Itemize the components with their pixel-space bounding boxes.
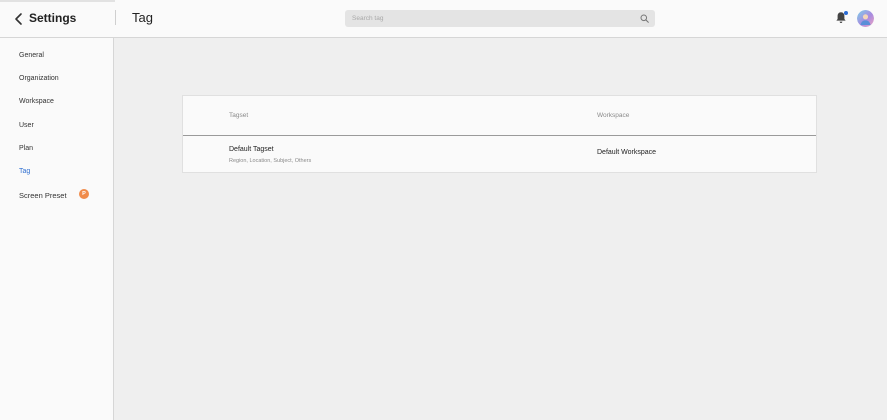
tagset-workspace: Default Workspace xyxy=(597,149,657,156)
page-title: Tag xyxy=(132,10,153,25)
sidebar-item-user[interactable]: User xyxy=(19,122,34,129)
header-divider xyxy=(115,10,116,25)
sidebar-item-organization[interactable]: Organization xyxy=(19,75,59,82)
notification-dot xyxy=(844,11,848,15)
search-input[interactable] xyxy=(345,10,635,27)
sidebar-item-screen-preset[interactable]: Screen Preset xyxy=(19,191,67,200)
search-icon[interactable] xyxy=(640,14,649,23)
column-header-tagset: Tagset xyxy=(229,112,249,119)
table-header: Tagset Workspace xyxy=(183,96,816,136)
column-header-workspace: Workspace xyxy=(597,112,630,119)
sidebar-item-workspace[interactable]: Workspace xyxy=(19,98,54,105)
search-box xyxy=(345,10,655,27)
sidebar-item-plan[interactable]: Plan xyxy=(19,145,33,152)
avatar[interactable] xyxy=(857,10,874,27)
top-accent-line xyxy=(0,0,115,2)
tagset-table: Tagset Workspace Default Tagset Region, … xyxy=(182,95,817,173)
sidebar-item-general[interactable]: General xyxy=(19,52,44,59)
table-row[interactable]: Default Tagset Region, Location, Subject… xyxy=(183,137,816,173)
sidebar: General Organization Workspace User Plan… xyxy=(0,38,114,420)
top-bar: Settings Tag xyxy=(0,0,887,38)
sidebar-item-tag[interactable]: Tag xyxy=(19,168,30,175)
settings-title: Settings xyxy=(29,11,77,25)
tagset-name: Default Tagset xyxy=(229,146,274,153)
back-chevron-icon[interactable] xyxy=(12,12,26,26)
premium-badge: P xyxy=(79,189,89,199)
tagset-tags: Region, Location, Subject, Others xyxy=(229,158,312,164)
